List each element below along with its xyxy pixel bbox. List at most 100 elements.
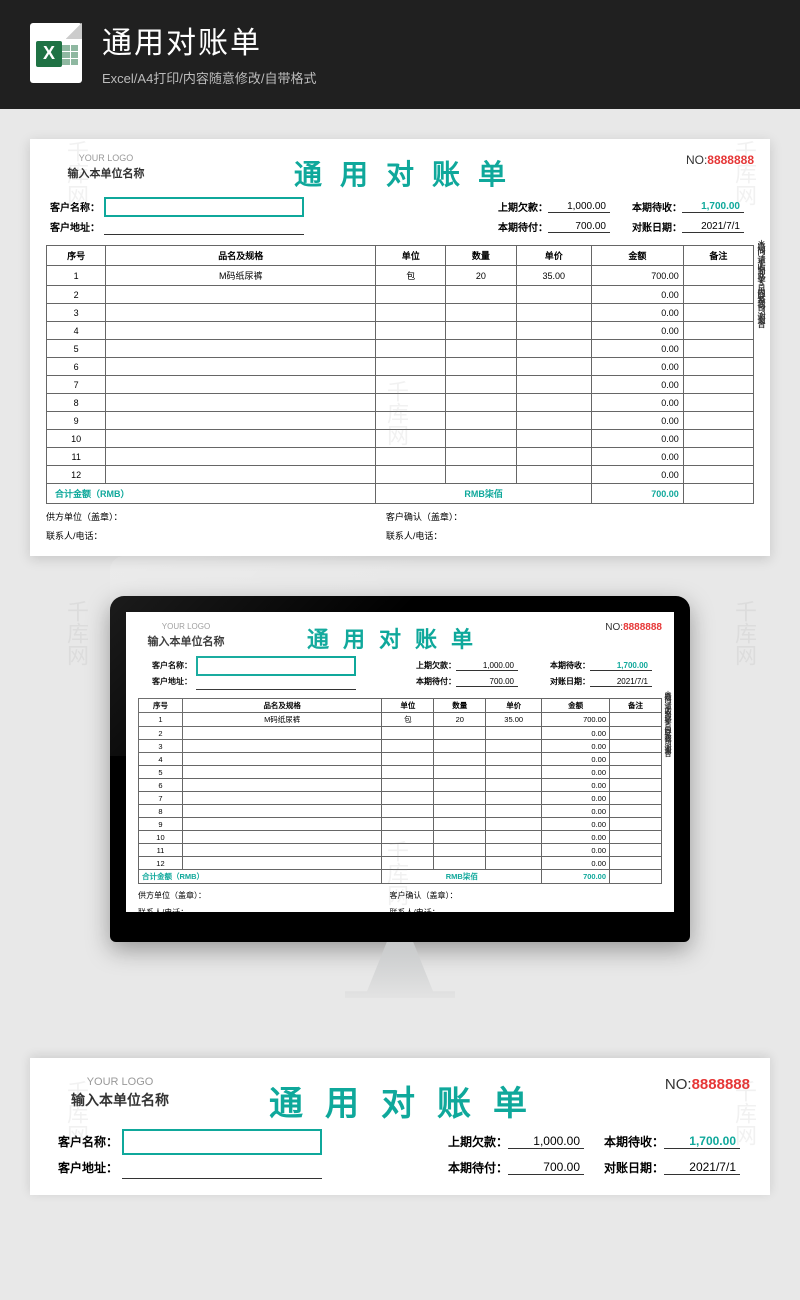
- cell-name: [182, 740, 382, 753]
- cell-note: [683, 448, 753, 466]
- cell-amount: 700.00: [542, 713, 610, 727]
- prev-debt-label: 上期欠款：: [486, 199, 548, 214]
- cell-amount: 0.00: [542, 818, 610, 831]
- excel-file-icon: X: [30, 23, 82, 83]
- cell-qty: [434, 831, 486, 844]
- th-seq: 序号: [47, 246, 106, 266]
- curr-receivable-value: 1,700.00: [682, 201, 744, 213]
- cell-note: [683, 376, 753, 394]
- table-row: 7 0.00: [139, 792, 662, 805]
- page-title: 通用对账单: [102, 18, 317, 62]
- total-label: 合计金额（RMB）: [139, 870, 382, 884]
- customer-name-label: 客户名称：: [46, 199, 104, 214]
- cell-name: [106, 412, 376, 430]
- cell-seq: 6: [47, 358, 106, 376]
- table-row: 10 0.00: [139, 831, 662, 844]
- cell-price: [486, 792, 542, 805]
- curr-receivable-label: 本期待收：: [594, 1133, 664, 1150]
- cell-price: 35.00: [516, 266, 592, 286]
- cell-unit: [376, 322, 446, 340]
- cell-seq: 4: [47, 322, 106, 340]
- customer-name-input[interactable]: [122, 1129, 322, 1155]
- cell-note: [683, 430, 753, 448]
- cell-qty: [446, 412, 516, 430]
- table-row: 12 0.00: [139, 857, 662, 870]
- cell-note: [610, 779, 662, 792]
- cell-amount: 700.00: [592, 266, 684, 286]
- cell-price: [516, 448, 592, 466]
- th-note: 备注: [683, 246, 753, 266]
- cell-amount: 0.00: [592, 340, 684, 358]
- cell-seq: 8: [47, 394, 106, 412]
- customer-address-input[interactable]: [104, 218, 304, 235]
- cell-price: [516, 286, 592, 304]
- cell-name: [182, 779, 382, 792]
- cell-unit: [382, 727, 434, 740]
- rec-date-label: 对账日期：: [594, 1159, 664, 1176]
- curr-receivable-value: 1,700.00: [590, 661, 652, 671]
- cell-amount: 0.00: [592, 430, 684, 448]
- cell-price: [486, 857, 542, 870]
- cell-qty: [434, 844, 486, 857]
- customer-address-label: 客户地址：: [138, 676, 196, 687]
- cell-unit: [382, 844, 434, 857]
- cell-price: [516, 322, 592, 340]
- monitor-stand-icon: [345, 942, 455, 998]
- cell-seq: 5: [139, 766, 183, 779]
- customer-address-input[interactable]: [196, 673, 356, 690]
- th-name: 品名及规格: [182, 699, 382, 713]
- cell-price: [516, 304, 592, 322]
- curr-receivable-label: 本期待收：: [620, 199, 682, 214]
- supplier-seal-label: 供方单位（盖章）：: [138, 890, 390, 901]
- cell-price: [486, 779, 542, 792]
- cell-name: [182, 857, 382, 870]
- logo-placeholder: YOUR LOGO: [50, 1076, 190, 1088]
- th-qty: 数量: [446, 246, 516, 266]
- customer-name-label: 客户名称：: [50, 1133, 122, 1150]
- rec-date-value: 2021/7/1: [664, 1160, 740, 1175]
- cell-name: [106, 304, 376, 322]
- prev-debt-value: 1,000.00: [508, 1134, 584, 1149]
- cell-unit: [376, 394, 446, 412]
- th-amount: 金额: [592, 246, 684, 266]
- total-row: 合计金额（RMB） RMB柒佰 700.00: [47, 484, 754, 504]
- cell-note: [610, 753, 662, 766]
- cell-price: [516, 466, 592, 484]
- cell-note: [683, 412, 753, 430]
- cell-seq: 12: [139, 857, 183, 870]
- cell-qty: [434, 766, 486, 779]
- cell-price: [486, 805, 542, 818]
- cell-qty: [434, 857, 486, 870]
- contact-label-left: 联系人/电话：: [46, 529, 386, 542]
- no-label: NO:: [665, 1076, 692, 1093]
- excel-x-icon: X: [36, 41, 62, 67]
- table-row: 10 0.00: [47, 430, 754, 448]
- cell-seq: 5: [47, 340, 106, 358]
- page-header: X 通用对账单 Excel/A4打印/内容随意修改/自带格式: [0, 0, 800, 109]
- customer-name-input[interactable]: [104, 197, 304, 217]
- th-name: 品名及规格: [106, 246, 376, 266]
- cell-unit: [376, 430, 446, 448]
- cell-amount: 0.00: [592, 448, 684, 466]
- monitor-mockup: YOUR LOGO 输入本单位名称 通用对账单 NO:8888888 客户名称：…: [0, 596, 800, 998]
- sheet-title: 通用对账单: [166, 153, 634, 193]
- data-table: 序号 品名及规格 单位 数量 单价 金额 备注 1 M码纸尿裤 包 20 35.…: [138, 698, 662, 884]
- cell-name: M码纸尿裤: [182, 713, 382, 727]
- cell-seq: 12: [47, 466, 106, 484]
- total-amount: 700.00: [542, 870, 610, 884]
- cell-price: [486, 740, 542, 753]
- cell-seq: 4: [139, 753, 183, 766]
- cell-amount: 0.00: [542, 766, 610, 779]
- table-row: 5 0.00: [47, 340, 754, 358]
- curr-receivable-value: 1,700.00: [664, 1134, 740, 1149]
- no-label: NO:: [686, 153, 707, 167]
- customer-seal-label: 客户确认（盖章）：: [386, 510, 754, 523]
- cell-price: [486, 753, 542, 766]
- no-value: 8888888: [707, 153, 754, 167]
- cell-name: [182, 792, 382, 805]
- sheet-title: 通用对账单: [234, 622, 542, 654]
- cell-seq: 10: [139, 831, 183, 844]
- cell-unit: [376, 466, 446, 484]
- customer-address-input[interactable]: [122, 1157, 322, 1179]
- cell-unit: [376, 340, 446, 358]
